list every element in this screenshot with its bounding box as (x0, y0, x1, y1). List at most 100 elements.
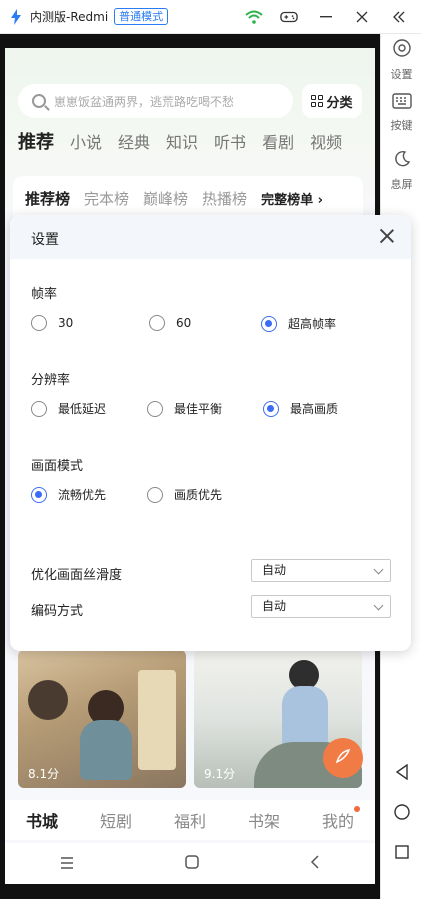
category-label: 分类 (326, 95, 353, 111)
minimize-icon[interactable] (317, 8, 335, 26)
search-input[interactable]: 崽崽饭盆通两界，逃荒路吃喝不愁 (18, 84, 293, 118)
moon-icon (381, 150, 421, 174)
menu-icon[interactable] (60, 853, 74, 874)
tab-knowledge[interactable]: 知识 (166, 129, 198, 153)
resolution-label: 分辨率 (31, 373, 71, 388)
sidebar-home-button[interactable] (381, 804, 421, 824)
encoding-select[interactable]: 自动 (251, 595, 391, 618)
back-icon[interactable] (310, 853, 320, 874)
nav-bookstore[interactable]: 书城 (26, 808, 58, 832)
category-button[interactable]: 分类 (302, 84, 362, 118)
sidebar-item-settings[interactable]: 设置 (381, 38, 421, 82)
pen-icon (334, 747, 352, 770)
option-label: 超高帧率 (288, 317, 337, 331)
tab-video[interactable]: 视频 (310, 129, 342, 153)
rank-tabs: 推荐榜 完本榜 巅峰榜 热播榜 完整榜单 › (13, 176, 363, 220)
settings-icon (381, 38, 421, 64)
title-bar: 内测版-Redmi 普通模式 (0, 0, 421, 34)
radio-button-selected[interactable] (263, 400, 279, 417)
keyboard-icon (381, 93, 421, 115)
cover-illustration (282, 686, 328, 746)
option-label: 最低延迟 (58, 402, 107, 416)
chevron-down-icon (373, 600, 384, 611)
resolution-option-balanced[interactable]: 最佳平衡 (147, 400, 222, 417)
book-cover[interactable]: 8.1分 (18, 650, 186, 788)
sidebar-item-label: 按键 (390, 119, 413, 132)
sidebar-item-label: 设置 (390, 68, 413, 81)
picture-mode-option-smooth[interactable]: 流畅优先 (31, 486, 106, 503)
search-placeholder: 崽崽饭盆通两界，逃荒路吃喝不愁 (54, 94, 235, 109)
rank-recommend[interactable]: 推荐榜 (25, 188, 70, 209)
collapse-icon[interactable] (390, 8, 408, 26)
search-icon (32, 94, 46, 108)
sidebar-recents-button[interactable] (381, 844, 421, 863)
nav-mine[interactable]: 我的 (322, 806, 361, 832)
radio-button[interactable] (149, 315, 165, 331)
book-rating: 9.1分 (204, 767, 236, 781)
sidebar-back-button[interactable] (381, 763, 421, 784)
frame-rate-option-30[interactable]: 30 (31, 315, 73, 331)
tab-novel[interactable]: 小说 (70, 129, 102, 153)
option-label: 最佳平衡 (174, 402, 223, 416)
smoothness-label: 优化画面丝滑度 (31, 568, 123, 583)
wifi-icon (245, 8, 263, 26)
select-value: 自动 (262, 599, 287, 613)
app-logo-icon (10, 8, 24, 25)
picture-mode-option-quality[interactable]: 画质优先 (147, 486, 222, 503)
gamepad-icon[interactable] (280, 8, 298, 26)
system-nav-bar (5, 843, 375, 884)
frame-rate-option-ultra[interactable]: 超高帧率 (261, 315, 336, 332)
encoding-label: 编码方式 (31, 604, 84, 619)
option-label: 60 (176, 316, 192, 330)
settings-title: 设置 (31, 232, 59, 248)
nav-bookshelf[interactable]: 书架 (248, 808, 280, 832)
nav-short-drama[interactable]: 短剧 (100, 808, 132, 832)
write-fab-button[interactable] (323, 738, 363, 778)
radio-button-selected[interactable] (31, 486, 47, 503)
recents-square-icon (394, 844, 409, 863)
frame-rate-option-60[interactable]: 60 (149, 315, 191, 331)
radio-button[interactable] (147, 486, 163, 503)
radio-button[interactable] (147, 400, 163, 417)
grid-icon (311, 95, 324, 107)
sidebar-item-keys[interactable]: 按键 (381, 93, 421, 133)
option-label: 画质优先 (174, 488, 223, 502)
app-window: 内测版-Redmi 普通模式 崽崽饭盆通两界，逃荒路吃喝不愁 分类 推荐 小说 … (0, 0, 421, 899)
tab-classic[interactable]: 经典 (118, 129, 150, 153)
channel-tabs: 推荐 小说 经典 知识 听书 看剧 视频 (18, 128, 342, 154)
picture-mode-label: 画面模式 (31, 459, 84, 474)
resolution-option-low-latency[interactable]: 最低延迟 (31, 400, 106, 417)
chevron-down-icon (373, 564, 384, 575)
settings-dialog: 设置 帧率 30 60 超高帧率 分辨率 最低延迟 最佳平衡 最高画质 画面模式… (10, 215, 411, 651)
rank-peak[interactable]: 巅峰榜 (143, 188, 188, 209)
option-label: 流畅优先 (58, 488, 107, 502)
option-label: 最高画质 (290, 402, 339, 416)
close-window-icon[interactable] (353, 8, 371, 26)
tab-audiobook[interactable]: 听书 (214, 129, 246, 153)
full-rank-link[interactable]: 完整榜单 › (261, 189, 323, 208)
tab-recommend[interactable]: 推荐 (18, 128, 54, 154)
bottom-nav: 书城 短剧 福利 书架 我的 (5, 800, 375, 840)
resolution-option-high-quality[interactable]: 最高画质 (263, 400, 338, 417)
close-icon[interactable] (377, 226, 397, 246)
cover-illustration (28, 680, 68, 720)
radio-button-selected[interactable] (261, 315, 277, 332)
radio-button[interactable] (31, 315, 47, 331)
sidebar-item-label: 息屏 (390, 178, 413, 191)
rank-finished[interactable]: 完本榜 (84, 188, 129, 209)
settings-header: 设置 (10, 215, 411, 259)
radio-button[interactable] (31, 400, 47, 417)
home-circle-icon (393, 804, 410, 824)
book-rating: 8.1分 (28, 767, 60, 781)
mode-badge[interactable]: 普通模式 (114, 8, 169, 25)
tab-drama[interactable]: 看剧 (262, 129, 294, 153)
smoothness-select[interactable]: 自动 (251, 559, 391, 582)
cover-illustration (138, 670, 176, 770)
nav-welfare[interactable]: 福利 (174, 808, 206, 832)
window-title: 内测版-Redmi (30, 10, 109, 24)
frame-rate-label: 帧率 (31, 287, 58, 302)
rank-hot[interactable]: 热播榜 (202, 188, 247, 209)
sidebar-item-screen-off[interactable]: 息屏 (381, 150, 421, 192)
select-value: 自动 (262, 563, 287, 577)
home-icon[interactable] (185, 853, 199, 874)
